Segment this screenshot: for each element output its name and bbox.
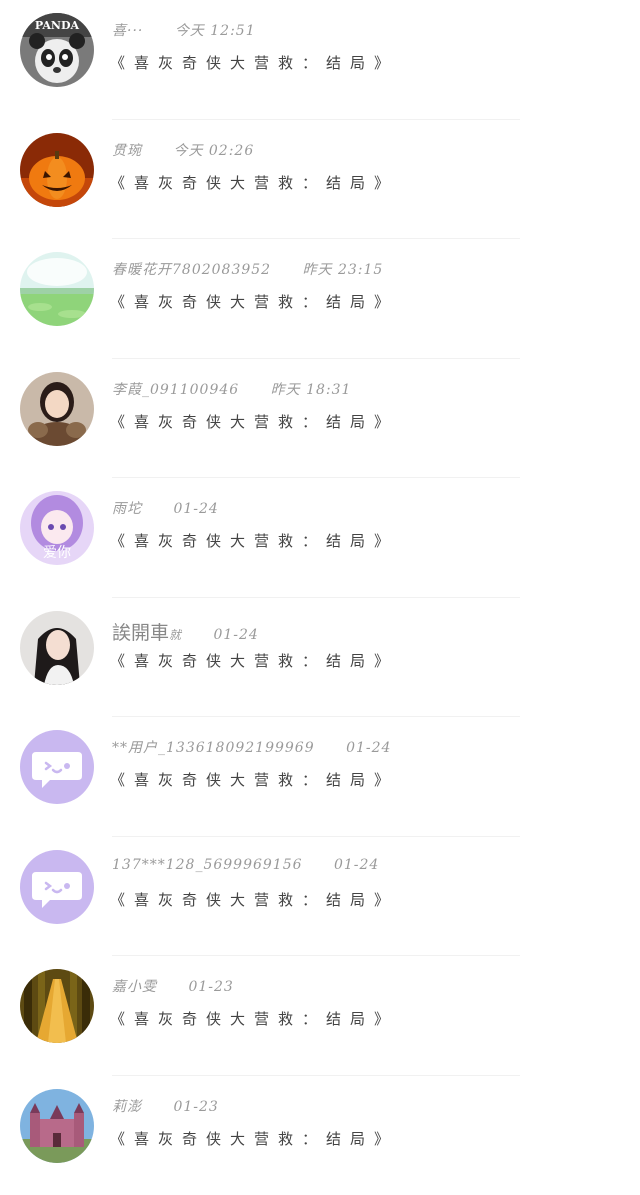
avatar-text: PANDA — [35, 19, 80, 32]
chat-bubble-avatar-icon — [20, 850, 94, 924]
message-title: 《喜灰奇侠大营救：结局》 — [110, 172, 398, 193]
anime-girl-avatar-icon: 爱你 — [20, 491, 94, 565]
sender-name[interactable]: 莉澎 — [112, 1099, 142, 1115]
sender-name[interactable]: 嘉小雯 — [112, 979, 157, 995]
avatar[interactable] — [20, 611, 94, 685]
list-item[interactable]: 137***128_5699969156 01-24 《喜灰奇侠大营救：结局》 — [0, 837, 640, 957]
timestamp: 昨天 23:15 — [303, 262, 384, 278]
message-title: 《喜灰奇侠大营救：结局》 — [110, 530, 398, 551]
list-item[interactable]: 莉澎 01-23 《喜灰奇侠大营救：结局》 — [0, 1076, 640, 1195]
avatar[interactable] — [20, 1089, 94, 1163]
woman-photo-avatar-icon — [20, 611, 94, 685]
list-item[interactable]: 贯琬 今天 02:26 《喜灰奇侠大营救：结局》 — [0, 120, 640, 240]
sender-name[interactable]: 137***128_5699969156 — [112, 857, 303, 873]
list-item[interactable]: 嘉小雯 01-23 《喜灰奇侠大营救：结局》 — [0, 956, 640, 1076]
timestamp: 01-24 — [346, 740, 391, 756]
list-item[interactable]: 爱你 雨坨 01-24 《喜灰奇侠大营救：结局》 — [0, 478, 640, 598]
message-title: 《喜灰奇侠大营救：结局》 — [110, 291, 398, 312]
sender-name[interactable]: 喜··· — [112, 23, 143, 39]
avatar[interactable] — [20, 372, 94, 446]
avatar-text: 爱你 — [43, 545, 71, 561]
list-item[interactable]: 誒開車就 01-24 《喜灰奇侠大营救：结局》 — [0, 598, 640, 718]
message-title: 《喜灰奇侠大营救：结局》 — [110, 769, 398, 790]
timestamp: 01-24 — [213, 627, 258, 643]
sender-name[interactable]: 贯琬 — [112, 143, 142, 159]
avatar[interactable] — [20, 133, 94, 207]
message-title: 《喜灰奇侠大营救：结局》 — [110, 650, 398, 671]
message-title: 《喜灰奇侠大营救：结局》 — [110, 1128, 398, 1149]
sender-name[interactable]: 春暖花开7802083952 — [112, 262, 271, 278]
message-title: 《喜灰奇侠大营救：结局》 — [110, 411, 398, 432]
timestamp: 01-23 — [188, 979, 233, 995]
timestamp: 01-24 — [173, 501, 218, 517]
avatar[interactable]: PANDA — [20, 13, 94, 87]
avatar[interactable] — [20, 850, 94, 924]
sender-name[interactable]: 誒開車 — [112, 622, 169, 644]
panda-avatar-icon: PANDA — [20, 13, 94, 87]
sender-name-suffix: 就 — [169, 628, 182, 642]
avatar[interactable] — [20, 252, 94, 326]
timestamp: 01-23 — [173, 1099, 218, 1115]
sender-name[interactable]: **用户_133618092199969 — [112, 740, 315, 756]
timestamp: 今天 12:51 — [175, 23, 256, 39]
sender-name[interactable]: 雨坨 — [112, 501, 142, 517]
avatar[interactable] — [20, 730, 94, 804]
message-title: 《喜灰奇侠大营救：结局》 — [110, 889, 398, 910]
avatar[interactable]: 爱你 — [20, 491, 94, 565]
timestamp: 01-24 — [334, 857, 379, 873]
list-item[interactable]: PANDA 喜··· 今天 12:51 《喜灰奇侠大营救：结局》 — [0, 0, 640, 120]
pumpkin-avatar-icon — [20, 133, 94, 207]
girl-photo-avatar-icon — [20, 372, 94, 446]
forest-path-avatar-icon — [20, 969, 94, 1043]
avatar[interactable] — [20, 969, 94, 1043]
list-item[interactable]: **用户_133618092199969 01-24 《喜灰奇侠大营救：结局》 — [0, 717, 640, 837]
list-item[interactable]: 李葭_091100946 昨天 18:31 《喜灰奇侠大营救：结局》 — [0, 359, 640, 479]
castle-avatar-icon — [20, 1089, 94, 1163]
timestamp: 昨天 18:31 — [271, 382, 352, 398]
sender-name[interactable]: 李葭_091100946 — [112, 382, 239, 398]
message-title: 《喜灰奇侠大营救：结局》 — [110, 52, 398, 73]
message-title: 《喜灰奇侠大营救：结局》 — [110, 1008, 398, 1029]
timestamp: 今天 02:26 — [173, 143, 254, 159]
list-item[interactable]: 春暖花开7802083952 昨天 23:15 《喜灰奇侠大营救：结局》 — [0, 239, 640, 359]
meadow-avatar-icon — [20, 252, 94, 326]
chat-bubble-avatar-icon — [20, 730, 94, 804]
